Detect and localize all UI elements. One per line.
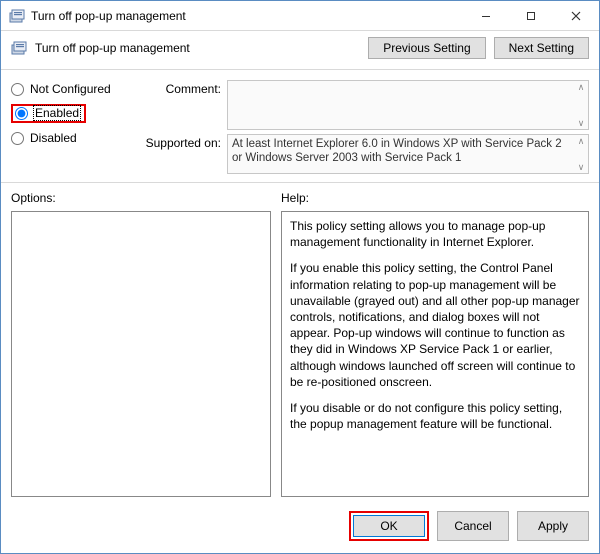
previous-setting-button[interactable]: Previous Setting [368, 37, 485, 59]
header-row: Turn off pop-up management Previous Sett… [1, 31, 599, 70]
radio-disabled[interactable]: Disabled [11, 131, 129, 145]
radio-label: Disabled [30, 131, 77, 145]
radio-disabled-input[interactable] [11, 132, 24, 145]
supported-value: At least Internet Explorer 6.0 in Window… [232, 138, 562, 164]
options-panel[interactable] [11, 211, 271, 497]
state-section: Not Configured Enabled Disabled Comment:… [1, 70, 599, 183]
comment-row: Comment: ∧∨ [135, 80, 589, 130]
policy-icon [11, 40, 27, 56]
policy-icon [9, 8, 25, 24]
window-controls [463, 1, 599, 30]
help-panel[interactable]: This policy setting allows you to manage… [281, 211, 589, 497]
policy-title: Turn off pop-up management [35, 41, 360, 55]
apply-button[interactable]: Apply [517, 511, 589, 541]
highlight-ok: OK [349, 511, 429, 541]
radio-enabled-input[interactable] [15, 107, 28, 120]
help-column: Help: This policy setting allows you to … [281, 191, 589, 497]
supported-label: Supported on: [135, 134, 221, 150]
cancel-button[interactable]: Cancel [437, 511, 509, 541]
close-button[interactable] [553, 1, 599, 30]
footer: OK Cancel Apply [1, 501, 599, 553]
dialog-window: Turn off pop-up management Turn off pop-… [0, 0, 600, 554]
minimize-button[interactable] [463, 1, 508, 30]
options-label: Options: [11, 191, 271, 205]
help-label: Help: [281, 191, 589, 205]
supported-text: At least Internet Explorer 6.0 in Window… [227, 134, 589, 174]
scroll-arrows: ∧∨ [574, 135, 588, 173]
comment-textarea[interactable]: ∧∨ [227, 80, 589, 130]
options-column: Options: [11, 191, 271, 497]
maximize-button[interactable] [508, 1, 553, 30]
radio-label: Not Configured [30, 82, 111, 96]
radio-not-configured[interactable]: Not Configured [11, 82, 129, 96]
state-radios: Not Configured Enabled Disabled [11, 80, 129, 174]
window-title: Turn off pop-up management [31, 9, 463, 23]
ok-button[interactable]: OK [353, 515, 425, 537]
mid-right: Comment: ∧∨ Supported on: At least Inter… [135, 80, 589, 174]
supported-row: Supported on: At least Internet Explorer… [135, 134, 589, 174]
comment-label: Comment: [135, 80, 221, 96]
help-paragraph: If you enable this policy setting, the C… [290, 260, 580, 390]
lower-section: Options: Help: This policy setting allow… [1, 183, 599, 501]
titlebar: Turn off pop-up management [1, 1, 599, 31]
radio-not-configured-input[interactable] [11, 83, 24, 96]
radio-label: Enabled [34, 106, 80, 120]
scroll-arrows: ∧∨ [574, 81, 588, 129]
help-paragraph: If you disable or do not configure this … [290, 400, 580, 432]
next-setting-button[interactable]: Next Setting [494, 37, 589, 59]
help-paragraph: This policy setting allows you to manage… [290, 218, 580, 250]
highlight-enabled: Enabled [11, 104, 86, 123]
